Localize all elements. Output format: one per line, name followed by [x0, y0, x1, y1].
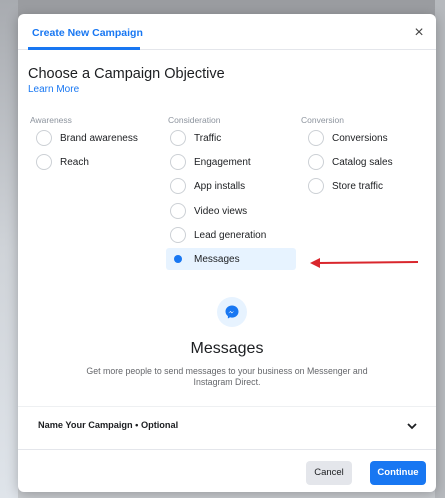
option-label: Engagement: [194, 156, 251, 168]
objective-option-app-installs[interactable]: App installs: [166, 175, 296, 197]
option-label: Reach: [60, 156, 89, 168]
radio-button[interactable]: [308, 178, 324, 194]
tab-create-new-campaign[interactable]: Create New Campaign: [32, 27, 143, 39]
option-label: Traffic: [194, 132, 222, 144]
annotation-arrow-icon: [310, 258, 419, 268]
option-label: Catalog sales: [332, 156, 393, 168]
column-label-consideration: Consideration: [168, 115, 221, 125]
close-button[interactable]: ×: [410, 24, 428, 42]
option-label: Lead generation: [194, 229, 267, 241]
name-campaign-section[interactable]: Name Your Campaign • Optional: [18, 411, 436, 441]
option-label: App installs: [194, 180, 246, 192]
objective-option-lead-generation[interactable]: Lead generation: [166, 224, 296, 246]
radio-button[interactable]: [36, 130, 52, 146]
column-label-awareness: Awareness: [30, 115, 72, 125]
objective-option-messages[interactable]: Messages: [166, 248, 296, 270]
objective-option-catalog-sales[interactable]: Catalog sales: [304, 151, 430, 173]
radio-button-selected[interactable]: [170, 251, 186, 267]
background-right-strip: [435, 0, 445, 498]
radio-button[interactable]: [36, 154, 52, 170]
radio-button[interactable]: [170, 178, 186, 194]
option-label: Messages: [194, 253, 240, 265]
continue-button[interactable]: Continue: [370, 461, 426, 485]
radio-button[interactable]: [308, 154, 324, 170]
section-divider: [18, 406, 436, 407]
close-icon: ×: [414, 24, 424, 41]
option-label: Conversions: [332, 132, 388, 144]
learn-more-link[interactable]: Learn More: [28, 84, 79, 95]
column-label-conversion: Conversion: [301, 115, 344, 125]
cancel-button[interactable]: Cancel: [306, 461, 352, 485]
chevron-down-icon[interactable]: [406, 420, 418, 432]
option-label: Brand awareness: [60, 132, 138, 144]
option-label: Store traffic: [332, 180, 383, 192]
name-campaign-label: Name Your Campaign • Optional: [38, 420, 179, 430]
objective-detail-title: Messages: [190, 340, 264, 357]
objective-option-engagement[interactable]: Engagement: [166, 151, 296, 173]
background-left-strip: [0, 0, 18, 498]
radio-button[interactable]: [170, 154, 186, 170]
active-tab-indicator: [28, 47, 140, 50]
modal-tab-bar: Create New Campaign ×: [18, 14, 436, 50]
option-label: Video views: [194, 205, 248, 217]
objective-heading: Choose a Campaign Objective: [28, 66, 225, 82]
radio-button[interactable]: [170, 130, 186, 146]
objective-detail-description: Get more people to send messages to your…: [86, 366, 368, 387]
radio-button[interactable]: [308, 130, 324, 146]
objective-option-traffic[interactable]: Traffic: [166, 127, 296, 149]
messenger-icon: [217, 297, 247, 327]
objective-option-video-views[interactable]: Video views: [166, 200, 296, 222]
objective-option-store-traffic[interactable]: Store traffic: [304, 175, 430, 197]
create-campaign-modal: Create New Campaign × Choose a Campaign …: [18, 14, 436, 492]
modal-footer: Cancel Continue: [18, 449, 436, 492]
radio-button[interactable]: [170, 203, 186, 219]
objective-option-reach[interactable]: Reach: [32, 151, 152, 173]
objective-option-conversions[interactable]: Conversions: [304, 127, 430, 149]
radio-button[interactable]: [170, 227, 186, 243]
objective-option-brand-awareness[interactable]: Brand awareness: [32, 127, 152, 149]
